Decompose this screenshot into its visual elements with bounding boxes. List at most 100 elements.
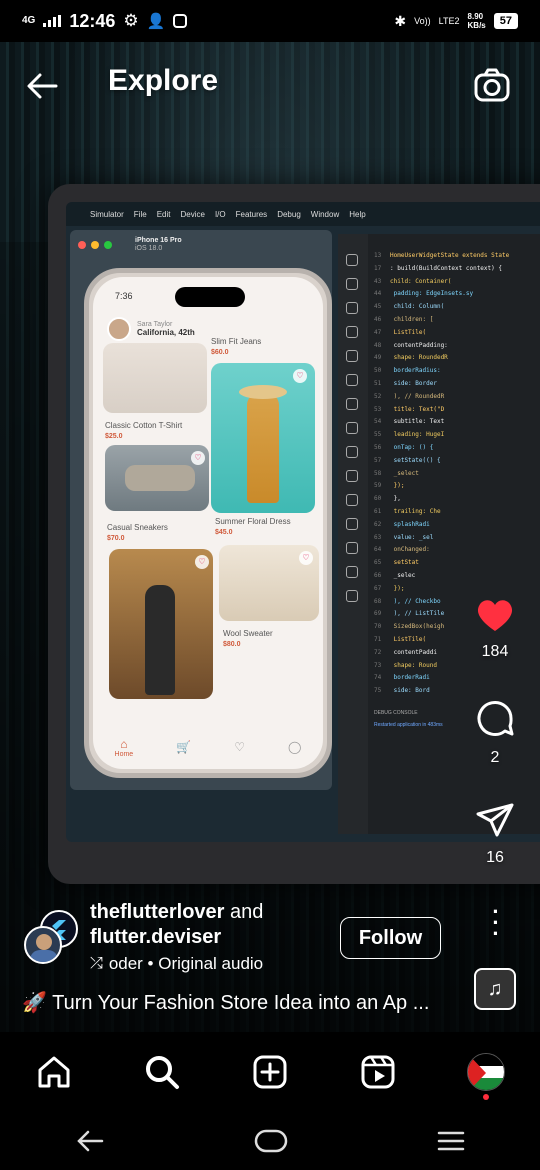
- author-name[interactable]: theflutterlover: [90, 901, 224, 923]
- code-text: subtitle: Text: [390, 418, 445, 426]
- status-bar: 4G 12:46 ⚙ 👤 ✱ Vo)) LTE2 8.90 KB/s 57: [0, 0, 540, 42]
- code-text: splashRadi: [390, 520, 430, 528]
- code-line: 49 shape: RoundedR: [374, 354, 448, 361]
- bottom-nav: [0, 1032, 540, 1112]
- code-text: padding: EdgeInsets.sy: [390, 290, 474, 298]
- product-price: $80.0: [223, 641, 241, 648]
- post-caption[interactable]: 🚀 Turn Your Fashion Store Idea into an A…: [22, 990, 429, 1015]
- flag-icon: [468, 1054, 504, 1090]
- product-price: $60.0: [211, 349, 229, 356]
- code-text: setState(() {: [390, 456, 441, 464]
- code-text: ), // ListTile: [390, 610, 445, 618]
- bluetooth-icon: ✱: [394, 12, 407, 29]
- follow-button[interactable]: Follow: [340, 917, 441, 959]
- menu-item: Debug: [277, 209, 301, 219]
- phone-user-name: Sara Taylor: [137, 321, 173, 328]
- heart-icon: ♡: [195, 555, 209, 569]
- code-text: borderRadius:: [390, 367, 441, 375]
- more-options-icon[interactable]: · · ·: [484, 901, 508, 945]
- laptop-screen: Simulator File Edit Device I/O Features …: [66, 202, 540, 842]
- code-text: setStat: [390, 559, 419, 567]
- nav-search[interactable]: [138, 1048, 186, 1096]
- line-number: 65: [374, 559, 382, 567]
- code-line: 61 trailing: Che: [374, 508, 441, 515]
- code-text: side: Bord: [390, 687, 430, 695]
- line-number: 68: [374, 597, 382, 605]
- line-number: 61: [374, 508, 382, 515]
- code-line: 75 side: Bord: [374, 687, 430, 694]
- code-line: 67 });: [374, 585, 404, 592]
- nav-reels[interactable]: [354, 1048, 402, 1096]
- nav-create[interactable]: [246, 1048, 294, 1096]
- code-line: 47 ListTile(: [374, 329, 426, 336]
- simulator-title: iPhone 16 Pro: [135, 237, 182, 244]
- code-text: title: Text("D: [390, 405, 445, 413]
- phone-nav-home-label: Home: [114, 750, 134, 758]
- code-line: 56 onTap: () {: [374, 444, 433, 451]
- product-name: Wool Sweater: [223, 629, 273, 638]
- code-text: contentPaddi: [390, 648, 437, 656]
- share-button[interactable]: 16: [470, 800, 520, 867]
- code-text: ), // Checkbo: [390, 597, 441, 605]
- line-number: 62: [374, 520, 382, 528]
- heart-filled-icon: [477, 600, 513, 631]
- code-text: onTap: () {: [390, 444, 434, 451]
- system-home-icon[interactable]: [254, 1127, 288, 1155]
- add-post-icon: [253, 1055, 287, 1089]
- nav-home[interactable]: [30, 1048, 78, 1096]
- system-back-icon[interactable]: [74, 1125, 106, 1157]
- like-count: 184: [481, 643, 509, 660]
- line-number: 66: [374, 572, 382, 579]
- line-number: 73: [374, 661, 382, 669]
- line-number: 51: [374, 380, 382, 387]
- avatar: [107, 317, 131, 341]
- code-line: 55 leading: HugeI: [374, 431, 444, 438]
- audio-info[interactable]: ⤮ oder • Original audio: [90, 954, 263, 974]
- product-image: ♡: [109, 549, 213, 699]
- battery-icon: 57: [493, 13, 518, 29]
- music-note-icon: ♫: [487, 977, 503, 1000]
- instagram-notification-icon: [173, 14, 188, 28]
- menu-item: Help: [349, 209, 366, 219]
- product-image: ♡: [219, 545, 319, 621]
- code-text: onChanged:: [390, 546, 430, 554]
- product-image: ♡: [211, 363, 315, 513]
- heart-icon: ♡: [293, 369, 307, 383]
- code-line: 17: build(BuildContext context) {: [374, 265, 502, 272]
- phone-user-location: California, 42th: [137, 328, 195, 337]
- shuffle-icon: ⤮: [90, 955, 103, 972]
- nav-profile[interactable]: [462, 1048, 510, 1096]
- line-number: 44: [374, 290, 382, 298]
- reel-video[interactable]: Simulator File Edit Device I/O Features …: [0, 42, 540, 1032]
- code-line: 70 SizedBox(heigh: [374, 623, 444, 630]
- phone-bottom-nav: ⌂ Home 🛒 ♡ ◯: [93, 725, 323, 769]
- net-speed-unit: KB/s: [467, 21, 486, 30]
- authors: theflutterlover and flutter.deviser: [90, 900, 263, 950]
- heart-icon: ♡: [191, 451, 205, 465]
- rocket-emoji: 🚀: [22, 992, 47, 1014]
- product-price: $25.0: [105, 433, 123, 440]
- code-line: 48 contentPadding:: [374, 342, 448, 349]
- back-arrow-icon[interactable]: [22, 66, 62, 106]
- code-line: 51 side: Border: [374, 380, 437, 387]
- avatar[interactable]: [24, 926, 62, 964]
- phone-mockup: 7:36 Sara Taylor California, 42th Classi…: [84, 268, 332, 778]
- code-line: 64 onChanged:: [374, 546, 430, 553]
- line-number: 71: [374, 636, 382, 643]
- line-number: 63: [374, 533, 382, 541]
- audio-track-button[interactable]: ♫: [474, 968, 516, 1010]
- product-name: Summer Floral Dress: [215, 517, 291, 526]
- code-line: 44 padding: EdgeInsets.sy: [374, 290, 473, 297]
- like-button[interactable]: 184: [470, 596, 520, 661]
- code-text: child: Column(: [390, 303, 445, 311]
- comment-button[interactable]: 2: [470, 698, 520, 767]
- code-line: 73 shape: Round: [374, 662, 437, 669]
- line-number: 55: [374, 431, 382, 439]
- author-name[interactable]: flutter.deviser: [90, 926, 221, 948]
- menu-item: Edit: [156, 209, 171, 219]
- system-menu-icon[interactable]: [436, 1127, 466, 1155]
- line-number: 72: [374, 648, 382, 656]
- code-text: _select: [390, 469, 419, 477]
- camera-icon[interactable]: [472, 66, 512, 106]
- ide-sidebar: [338, 234, 368, 834]
